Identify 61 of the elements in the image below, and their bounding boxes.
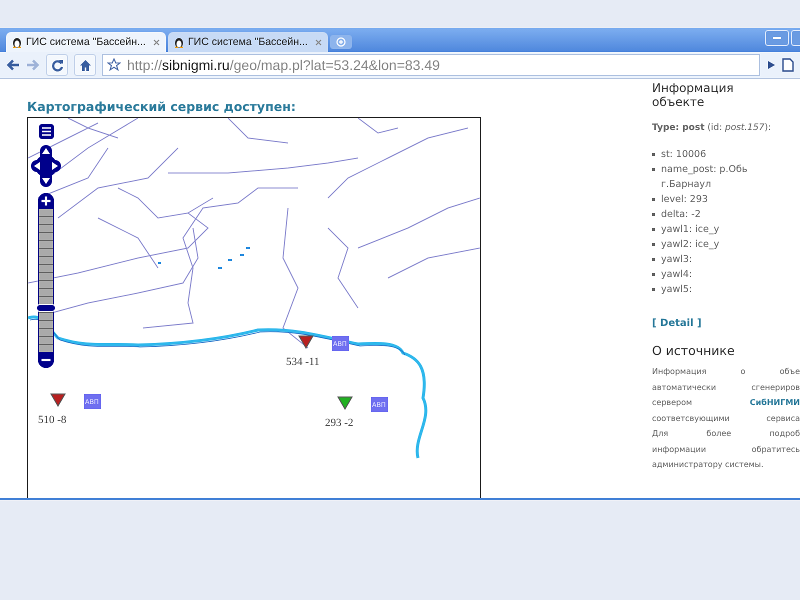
triangle-marker[interactable] (298, 336, 314, 349)
source-text-line: Для более подроб (652, 428, 800, 440)
bullet-icon (652, 168, 655, 171)
bullet-icon (652, 228, 655, 231)
penguin-icon (12, 36, 22, 48)
bullet-icon (652, 213, 655, 216)
source-text-line: соответсвующими сервиса (652, 412, 800, 425)
type-line: Type: post (id: post.157): (652, 123, 772, 133)
home-button[interactable] (74, 54, 96, 76)
field-item: level: 293 (661, 193, 709, 207)
field-item: yawl4: (661, 268, 694, 282)
bullet-icon (652, 258, 655, 261)
star-icon[interactable] (107, 58, 121, 72)
marker-label: 510 -8 (38, 414, 66, 426)
reload-icon (50, 58, 64, 72)
page-icon[interactable] (782, 58, 794, 72)
tag-badge-background (84, 394, 101, 409)
field-item: st: 10006 (661, 148, 708, 162)
field-item: delta: -2 (661, 208, 702, 222)
field-item: yawl1: ice_y (661, 223, 720, 237)
bullet-icon (652, 243, 655, 246)
marker-label: 534 -11 (286, 356, 320, 368)
browser-tab[interactable]: ГИС система "Бассейн... (168, 32, 328, 52)
reload-button[interactable] (46, 54, 68, 76)
info-title: Информация объекте (652, 81, 732, 109)
bullet-icon (652, 153, 655, 156)
plus-icon (336, 37, 346, 47)
close-icon[interactable] (153, 38, 160, 46)
back-icon[interactable] (6, 59, 20, 71)
source-text-line: Информация о объе (652, 366, 800, 378)
bullet-icon (652, 198, 655, 201)
address-bar[interactable]: http://sibnigmi.ru/geo/map.pl?lat=53.24&lon=83.49 (102, 54, 760, 76)
tag-badge-background (332, 336, 349, 351)
layer-switcher-icon[interactable] (39, 124, 54, 139)
source-title: О источнике (652, 343, 736, 358)
pan-control-icon[interactable] (31, 145, 61, 187)
detail-link[interactable]: [ Detail ] (652, 318, 702, 329)
source-text-line: сервером СибНИГМИ (652, 397, 800, 409)
new-tab-button[interactable] (330, 35, 352, 49)
source-text-line: информации обратитесь (652, 444, 800, 456)
penguin-icon (174, 36, 184, 48)
bullet-icon (652, 288, 655, 291)
home-icon (78, 58, 92, 72)
field-item: yawl3: (661, 253, 694, 267)
field-item: yawl2: ice_y (661, 238, 720, 252)
triangle-marker[interactable] (337, 396, 353, 410)
marker-label: 293 -2 (325, 417, 354, 429)
tag-badge-background (371, 397, 388, 412)
play-icon[interactable] (766, 60, 776, 70)
url-text: http://sibnigmi.ru/geo/map.pl?lat=53.24&lon=83.49 (127, 57, 440, 73)
page-heading: Картографический сервис доступен: (27, 99, 297, 114)
zoom-handle[interactable] (36, 304, 56, 312)
zoom-slider[interactable] (38, 209, 54, 352)
source-text-line: администратору системы. (652, 459, 765, 471)
browser-tab[interactable]: ГИС система "Бассейн... (6, 32, 166, 52)
minimize-icon (772, 36, 782, 40)
field-item: yawl5: (661, 283, 694, 297)
minimize-button[interactable] (765, 30, 789, 46)
bullet-icon (652, 273, 655, 276)
source-text-line: автоматически сгенериров (652, 382, 800, 394)
triangle-marker[interactable] (50, 394, 66, 407)
